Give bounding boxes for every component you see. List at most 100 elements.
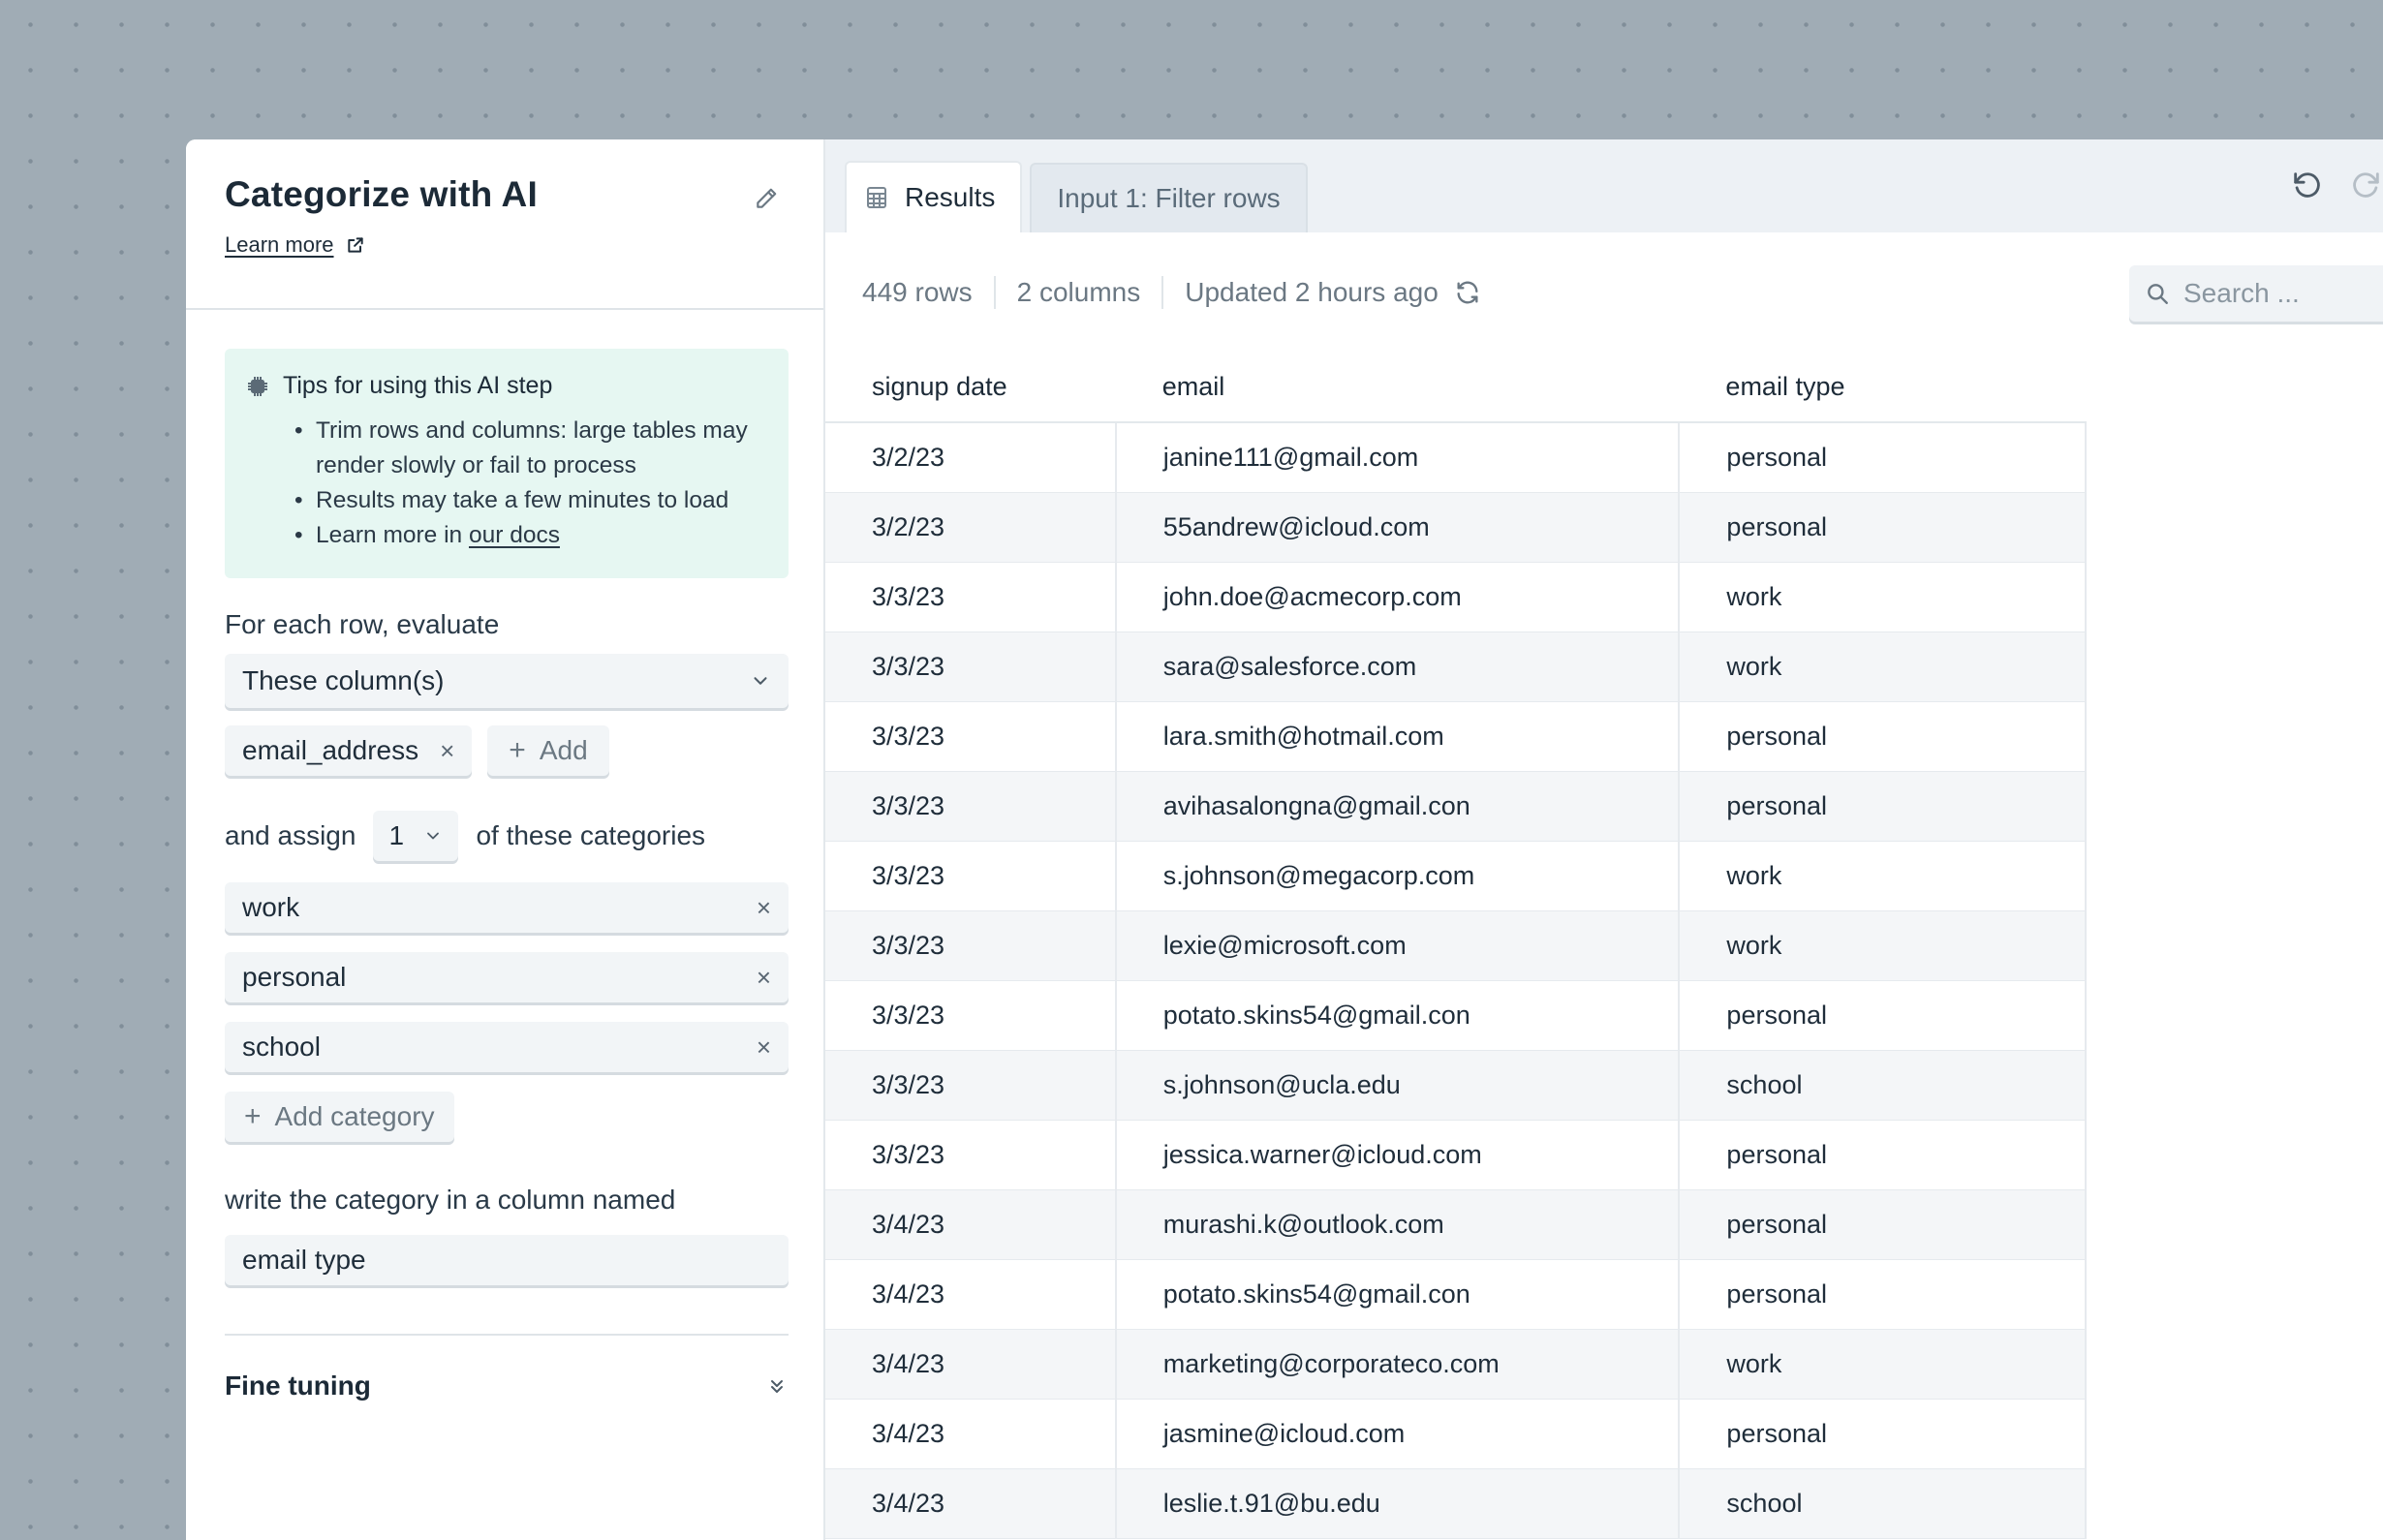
column-header-signup-date[interactable]: signup date [825,353,1116,423]
cell-email[interactable]: potato.skins54@gmail.con [1114,1259,1680,1330]
cell-email[interactable]: potato.skins54@gmail.con [1114,980,1680,1051]
redo-button[interactable] [2350,169,2383,201]
cell-email[interactable]: janine111@gmail.com [1114,422,1680,493]
cell-email[interactable]: avihasalongna@gmail.con [1114,771,1680,842]
search-input[interactable]: Search ... [2129,265,2383,322]
learn-more-link[interactable]: Learn more [225,232,785,258]
cell-signup-date[interactable]: 3/3/23 [825,771,1116,842]
category-label: personal [242,962,347,992]
cell-email[interactable]: sara@salesforce.com [1114,631,1680,702]
remove-category-icon[interactable]: × [757,965,771,990]
cell-email-type[interactable]: work [1678,841,2087,911]
row-count: 449 rows [862,277,973,307]
column-count: 2 columns [1016,277,1141,307]
cell-signup-date[interactable]: 3/4/23 [825,1259,1116,1330]
category-item[interactable]: work × [225,882,789,933]
chevron-down-icon [754,677,767,685]
table-row: 3/3/23 sara@salesforce.com work [825,631,2087,702]
add-category-button[interactable]: + Add category [225,1092,454,1142]
table-row: 3/4/23 marketing@corporateco.com work [825,1329,2087,1400]
cell-email-type[interactable]: personal [1678,1259,2087,1330]
cell-email-type[interactable]: school [1678,1468,2087,1539]
tip-docs-prefix: Learn more in [316,522,469,548]
cell-email[interactable]: marketing@corporateco.com [1114,1329,1680,1400]
refresh-icon [1457,281,1478,304]
plus-icon: + [509,734,526,766]
docs-link[interactable]: our docs [469,522,560,548]
cell-email[interactable]: s.johnson@megacorp.com [1114,841,1680,911]
evaluate-select[interactable]: These column(s) [225,654,789,708]
cell-signup-date[interactable]: 3/3/23 [825,701,1116,772]
category-item[interactable]: school × [225,1022,789,1072]
cell-email-type[interactable]: personal [1678,771,2087,842]
remove-category-icon[interactable]: × [757,1034,771,1060]
remove-category-icon[interactable]: × [757,895,771,920]
results-table: signup date email email type 3/2/23 janin… [825,353,2087,1539]
step-config-panel: Categorize with AI Learn more Tips for u… [186,139,825,1540]
cell-email-type[interactable]: work [1678,562,2087,632]
cell-signup-date[interactable]: 3/4/23 [825,1468,1116,1539]
category-count-value: 1 [388,820,405,850]
cell-email-type[interactable]: personal [1678,1120,2087,1190]
cell-signup-date[interactable]: 3/3/23 [825,910,1116,981]
cell-signup-date[interactable]: 3/3/23 [825,1050,1116,1121]
cell-signup-date[interactable]: 3/2/23 [825,492,1116,563]
cell-email[interactable]: 55andrew@icloud.com [1114,492,1680,563]
pencil-icon [757,188,777,208]
cell-signup-date[interactable]: 3/3/23 [825,562,1116,632]
cell-email-type[interactable]: personal [1678,980,2087,1051]
tab-input-1[interactable]: Input 1: Filter rows [1030,163,1308,232]
cell-signup-date[interactable]: 3/4/23 [825,1189,1116,1260]
cell-email[interactable]: s.johnson@ucla.edu [1114,1050,1680,1121]
tab-results[interactable]: Results [845,161,1023,232]
table-row: 3/2/23 janine111@gmail.com personal [825,422,2087,493]
category-label: school [242,1032,321,1062]
cell-email[interactable]: murashi.k@outlook.com [1114,1189,1680,1260]
cell-email[interactable]: leslie.t.91@bu.edu [1114,1468,1680,1539]
fine-tuning-label: Fine tuning [225,1371,371,1401]
undo-button[interactable] [2290,169,2323,201]
evaluate-label: For each row, evaluate [225,609,500,639]
table-row: 3/4/23 jasmine@icloud.com personal [825,1399,2087,1469]
cell-email-type[interactable]: personal [1678,1189,2087,1260]
cell-email-type[interactable]: personal [1678,422,2087,493]
divider [1161,276,1164,309]
cell-signup-date[interactable]: 3/4/23 [825,1399,1116,1469]
category-count-select[interactable]: 1 [373,811,459,861]
add-column-button[interactable]: + Add [487,725,609,776]
column-header-email[interactable]: email [1115,353,1680,423]
cell-signup-date[interactable]: 3/3/23 [825,841,1116,911]
cell-email-type[interactable]: work [1678,910,2087,981]
cell-email-type[interactable]: personal [1678,701,2087,772]
remove-column-icon[interactable]: × [440,738,454,763]
table-row: 3/3/23 s.johnson@ucla.edu school [825,1050,2087,1121]
cell-email-type[interactable]: school [1678,1050,2087,1121]
cell-email-type[interactable]: work [1678,1329,2087,1400]
cell-signup-date[interactable]: 3/3/23 [825,631,1116,702]
cell-email-type[interactable]: personal [1678,492,2087,563]
refresh-button[interactable] [1454,279,1481,306]
cell-signup-date[interactable]: 3/2/23 [825,422,1116,493]
table-icon [867,187,886,208]
category-item[interactable]: personal × [225,952,789,1002]
column-name-input[interactable]: email type [225,1235,789,1285]
tips-box: Tips for using this AI step Trim rows an… [225,349,789,578]
cell-email[interactable]: lara.smith@hotmail.com [1114,701,1680,772]
table-header-row: signup date email email type [825,353,2086,423]
cell-signup-date[interactable]: 3/4/23 [825,1329,1116,1400]
cell-signup-date[interactable]: 3/3/23 [825,1120,1116,1190]
cell-email[interactable]: lexie@microsoft.com [1114,910,1680,981]
cell-email-type[interactable]: personal [1678,1399,2087,1469]
cell-email[interactable]: jasmine@icloud.com [1114,1399,1680,1469]
cell-signup-date[interactable]: 3/3/23 [825,980,1116,1051]
cell-email[interactable]: john.doe@acmecorp.com [1114,562,1680,632]
column-header-email-type[interactable]: email type [1679,353,2086,423]
fine-tuning-toggle[interactable]: Fine tuning [225,1371,789,1401]
table-row: 3/3/23 jessica.warner@icloud.com personal [825,1120,2087,1190]
divider [225,1334,789,1336]
cell-email-type[interactable]: work [1678,631,2087,702]
cell-email[interactable]: jessica.warner@icloud.com [1114,1120,1680,1190]
step-header: Categorize with AI Learn more [186,139,823,310]
app-window: Categorize with AI Learn more Tips for u… [186,139,2383,1540]
edit-title-button[interactable] [750,182,783,215]
